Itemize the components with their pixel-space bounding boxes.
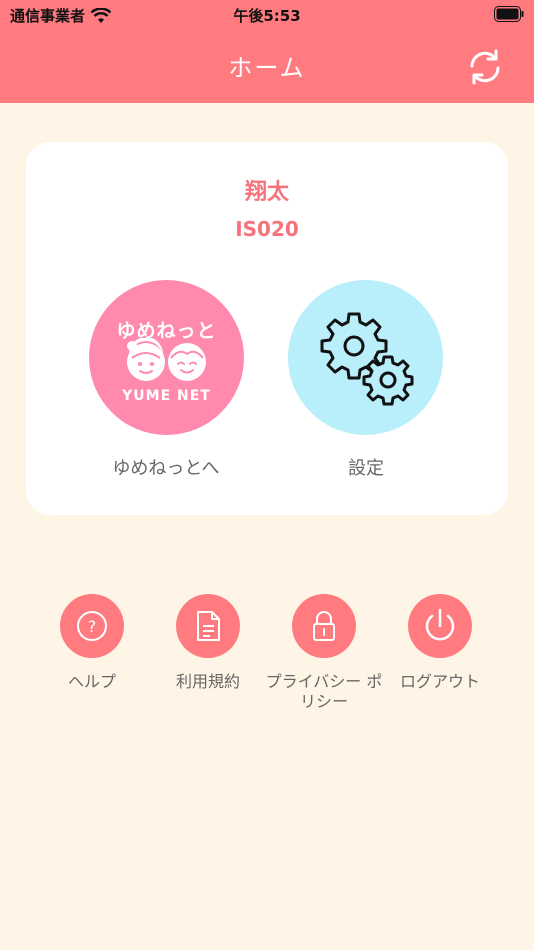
document-icon	[197, 611, 220, 641]
yume-net-label[interactable]: ゆめねっとへ	[66, 454, 266, 480]
logout-label[interactable]: ログアウト	[380, 672, 500, 692]
battery-icon	[494, 6, 524, 22]
svg-text:?: ?	[88, 617, 97, 636]
page-title: ホーム	[228, 54, 306, 82]
privacy-button[interactable]	[292, 594, 356, 658]
yume-net-logo-faces-icon	[127, 338, 206, 381]
profile-card: 翔太 IS020 ゆめねっと YUME NET ゆめねっとへ 設定	[26, 142, 508, 515]
privacy-item[interactable]: プライバシー ポリシー	[264, 594, 384, 712]
user-name: 翔太	[244, 180, 289, 205]
refresh-icon[interactable]	[466, 48, 504, 86]
settings-button[interactable]	[288, 280, 443, 435]
yume-net-button[interactable]: ゆめねっと YUME NET	[89, 280, 244, 435]
help-item[interactable]: ? ヘルプ	[32, 594, 152, 692]
settings-label[interactable]: 設定	[266, 454, 466, 480]
status-bar: 通信事業者 午後5:53	[0, 0, 534, 30]
status-time: 午後5:53	[233, 7, 301, 25]
terms-item[interactable]: 利用規約	[148, 594, 268, 692]
power-icon	[425, 608, 455, 641]
lock-icon	[313, 611, 335, 641]
user-id: IS020	[235, 217, 299, 241]
logout-item[interactable]: ログアウト	[380, 594, 500, 692]
nav-bar: ホーム	[0, 30, 534, 103]
help-icon: ?	[77, 611, 107, 641]
terms-label[interactable]: 利用規約	[148, 672, 268, 692]
help-button[interactable]: ?	[60, 594, 124, 658]
bottom-menu: ? ヘルプ 利用規約 プライバシー ポリシー ログアウト	[0, 594, 534, 734]
help-label[interactable]: ヘルプ	[32, 672, 152, 692]
gears-icon	[320, 312, 414, 406]
privacy-label[interactable]: プライバシー ポリシー	[264, 672, 384, 712]
logout-button[interactable]	[408, 594, 472, 658]
terms-button[interactable]	[176, 594, 240, 658]
yume-net-logo-subtext: YUME NET	[122, 388, 211, 404]
